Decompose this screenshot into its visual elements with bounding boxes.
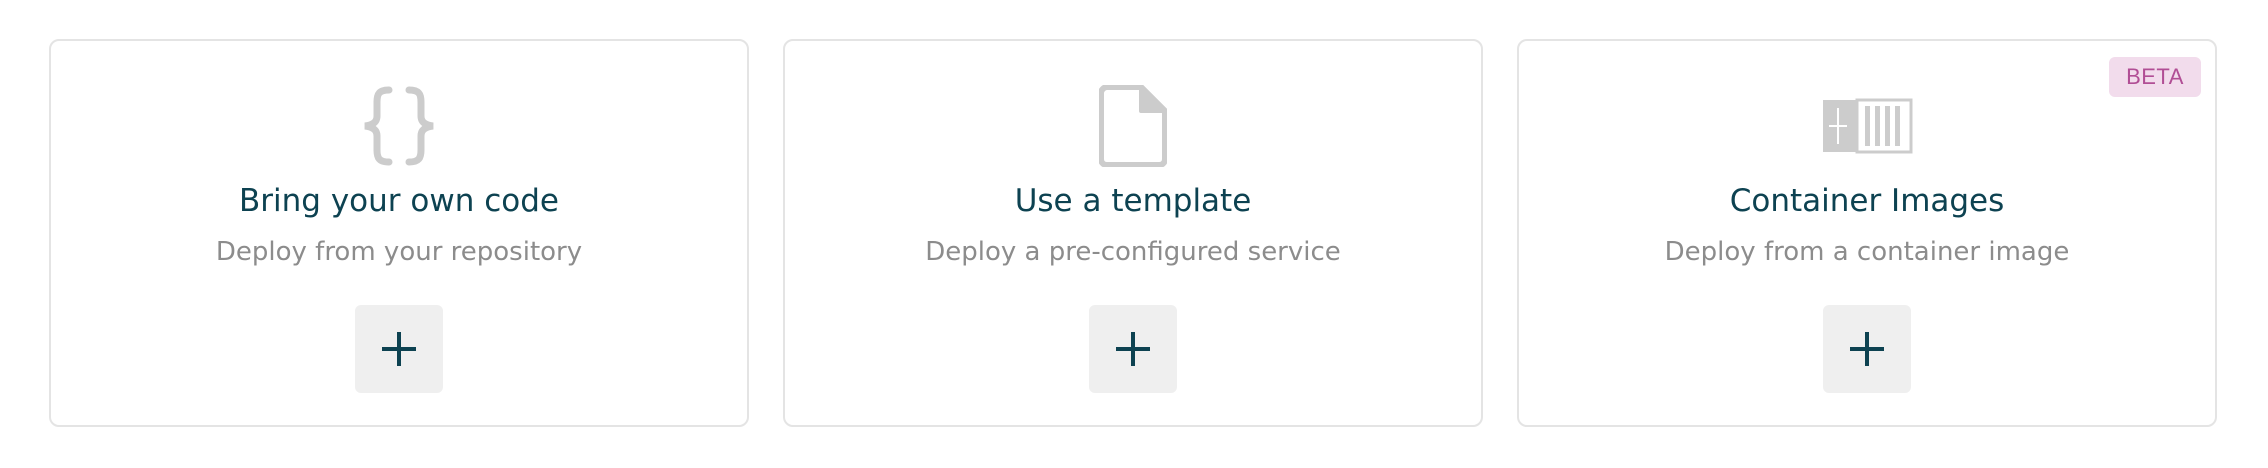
card-description: Deploy from a container image [1664, 237, 2070, 267]
document-icon [1085, 81, 1181, 171]
container-icon [1819, 81, 1915, 171]
card-description: Deploy a pre-configured service [925, 237, 1341, 267]
deploy-options: Bring your own code Deploy from your rep… [0, 0, 2268, 468]
add-container-image-button[interactable] [1823, 305, 1911, 393]
card-description: Deploy from your repository [215, 237, 583, 267]
card-bring-your-own-code: Bring your own code Deploy from your rep… [49, 39, 749, 427]
card-use-a-template: Use a template Deploy a pre-configured s… [783, 39, 1483, 427]
card-title: Bring your own code [239, 183, 559, 219]
add-template-button[interactable] [1089, 305, 1177, 393]
plus-icon [1850, 332, 1884, 366]
card-title: Use a template [1014, 183, 1252, 219]
card-title: Container Images [1729, 183, 2005, 219]
add-code-button[interactable] [355, 305, 443, 393]
card-container-images: BETA Container Images Deploy from a cont… [1517, 39, 2217, 427]
plus-icon [1116, 332, 1150, 366]
beta-badge: BETA [2109, 57, 2201, 97]
plus-icon [382, 332, 416, 366]
code-braces-icon [351, 81, 447, 171]
